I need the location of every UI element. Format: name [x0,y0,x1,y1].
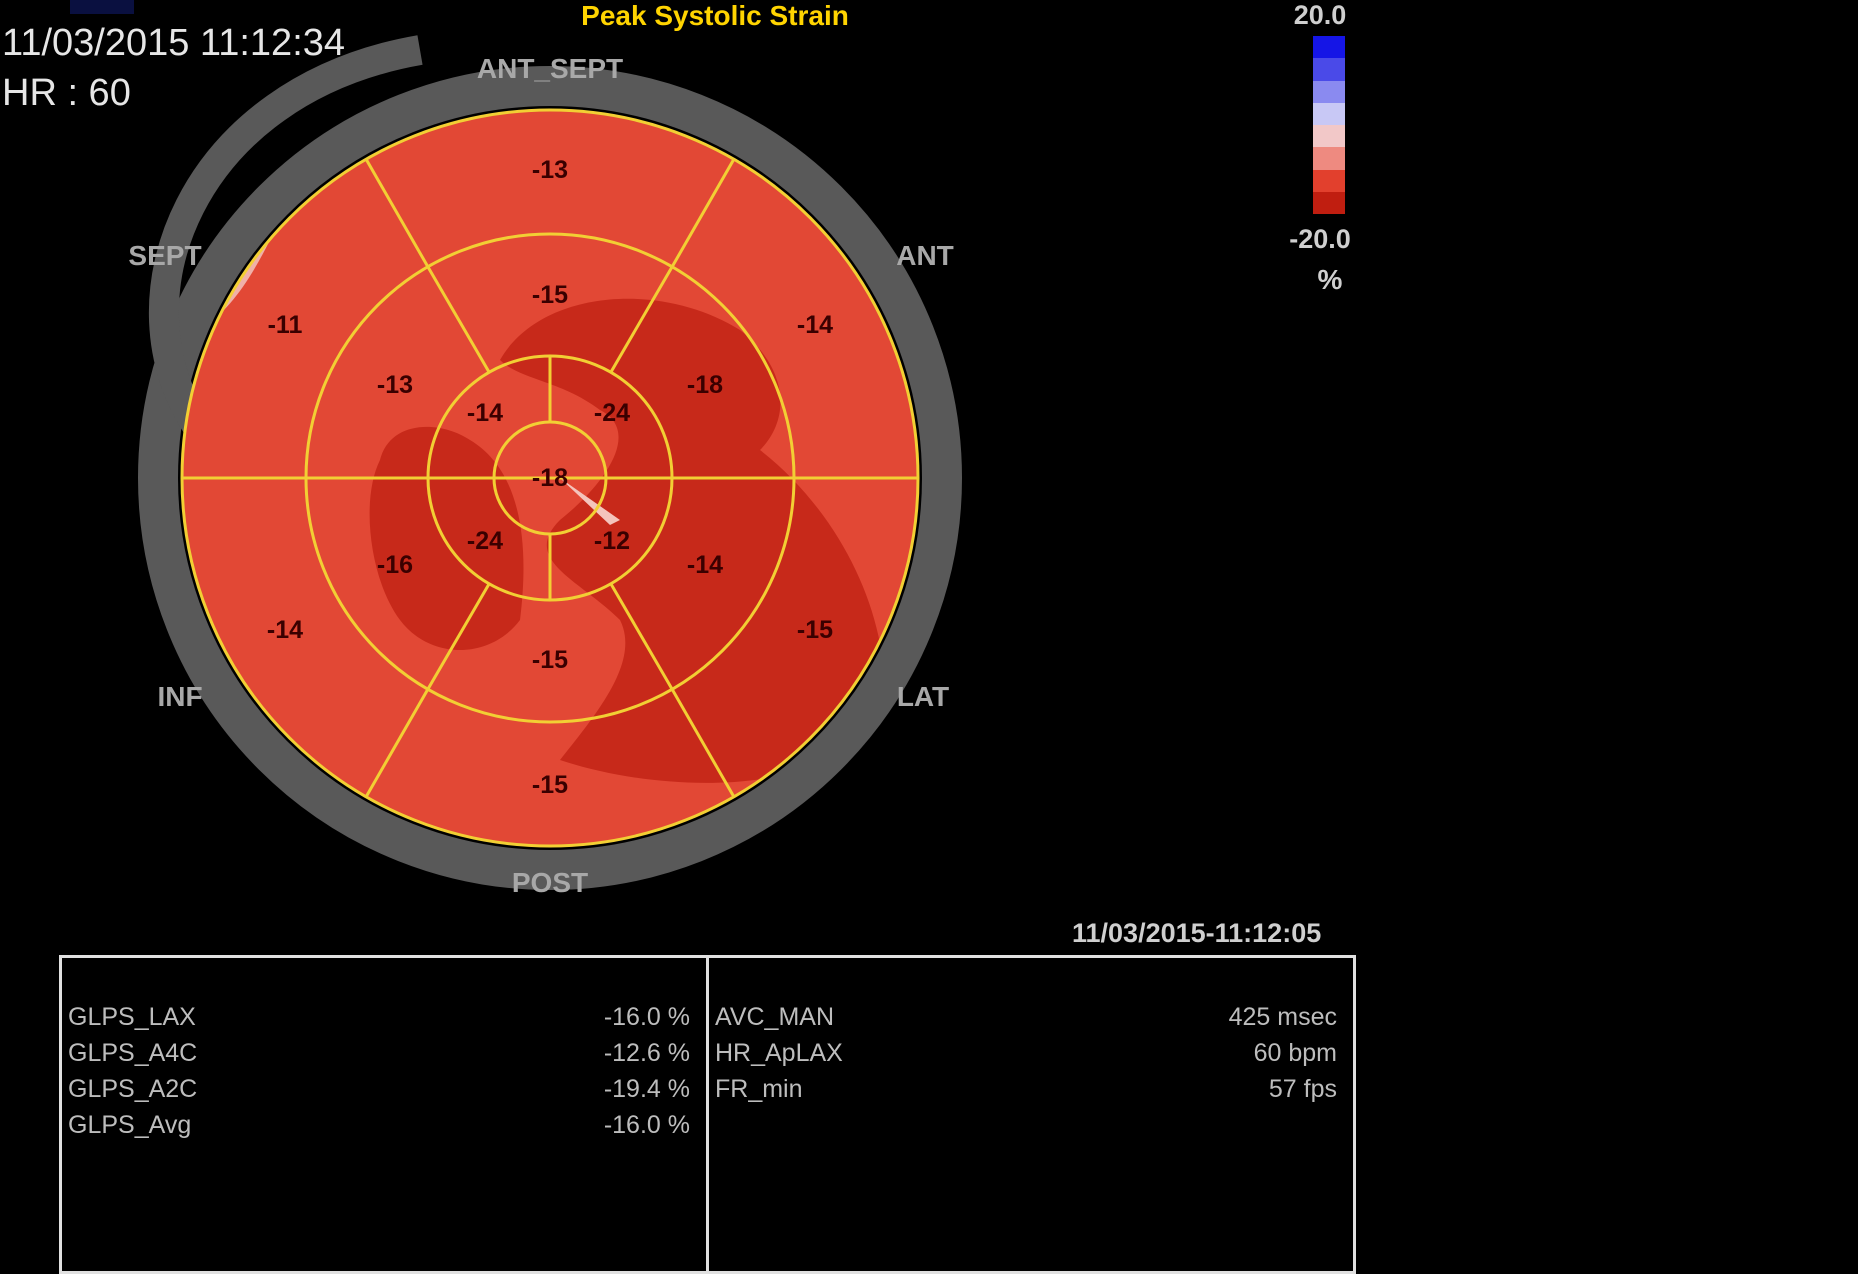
color-scale-step [1313,58,1345,81]
mid-lat-value: -14 [687,551,723,579]
result-key: GLPS_A2C [68,1075,198,1103]
wall-label-ant-sept: ANT_SEPT [477,53,623,84]
color-scale-step [1313,36,1345,59]
result-value: -16.0 % [603,1111,690,1139]
mid-sept-value: -13 [377,371,413,399]
apical-bottom-left-value: -24 [467,527,503,555]
result-row: FR_min 57 fps [709,1075,1353,1111]
color-scale-step [1313,169,1345,192]
color-scale-step [1313,125,1345,148]
basal-sept-value: -11 [268,311,303,339]
result-value: -19.4 % [603,1075,690,1103]
wall-label-inf: INF [157,681,202,712]
result-row: GLPS_A2C -19.4 % [62,1075,706,1111]
basal-post-value: -15 [532,771,568,799]
timing-results-panel: AVC_MAN 425 msec HR_ApLAX 60 bpm FR_min … [706,955,1356,1274]
basal-ant-sept-value: -13 [532,156,568,184]
color-scale-step [1313,147,1345,170]
apical-top-left-value: -14 [467,399,503,427]
result-row: HR_ApLAX 60 bpm [709,1039,1353,1075]
apex-value: -18 [532,464,568,492]
result-key: GLPS_Avg [68,1111,192,1139]
strain-color-scale [1313,36,1345,214]
scale-unit-label: % [1317,264,1343,295]
result-row: GLPS_Avg -16.0 % [62,1111,706,1147]
wall-label-sept: SEPT [128,240,201,271]
result-value: 425 msec [1228,1003,1337,1031]
apical-top-right-value: -24 [594,399,630,427]
result-key: AVC_MAN [715,1003,835,1031]
basal-lat-value: -15 [797,616,833,644]
result-value: 57 fps [1268,1075,1337,1103]
apical-bottom-right-value: -12 [594,527,630,555]
result-value: 60 bpm [1253,1039,1337,1067]
color-scale-step [1313,191,1345,214]
result-row: GLPS_A4C -12.6 % [62,1039,706,1075]
mid-ant-sept-value: -15 [532,281,568,309]
acquisition-timestamp: 11/03/2015-11:12:05 [1072,918,1322,948]
mid-ant-value: -18 [687,371,723,399]
result-key: HR_ApLAX [715,1039,843,1067]
result-key: GLPS_LAX [68,1003,196,1031]
scale-max-label: 20.0 [1293,0,1347,30]
color-scale-step [1313,102,1345,125]
wall-label-lat: LAT [897,681,949,712]
color-scale-step [1313,80,1345,103]
result-value: -16.0 % [603,1003,690,1031]
wall-label-ant: ANT [896,240,954,271]
result-row: AVC_MAN 425 msec [709,1003,1353,1039]
wall-label-post: POST [512,867,588,898]
bullseye-plot: ANT_SEPT SEPT ANT INF LAT POST -13 -14 -… [128,35,962,898]
mid-post-value: -15 [532,646,568,674]
glps-results-panel: GLPS_LAX -16.0 % GLPS_A4C -12.6 % GLPS_A… [59,955,709,1274]
basal-inf-value: -14 [267,616,303,644]
result-value: -12.6 % [603,1039,690,1067]
basal-ant-value: -14 [797,311,833,339]
result-row: GLPS_LAX -16.0 % [62,1003,706,1039]
result-key: FR_min [715,1075,803,1103]
mid-inf-value: -16 [377,551,413,579]
result-key: GLPS_A4C [68,1039,198,1067]
scale-min-label: -20.0 [1289,224,1351,254]
